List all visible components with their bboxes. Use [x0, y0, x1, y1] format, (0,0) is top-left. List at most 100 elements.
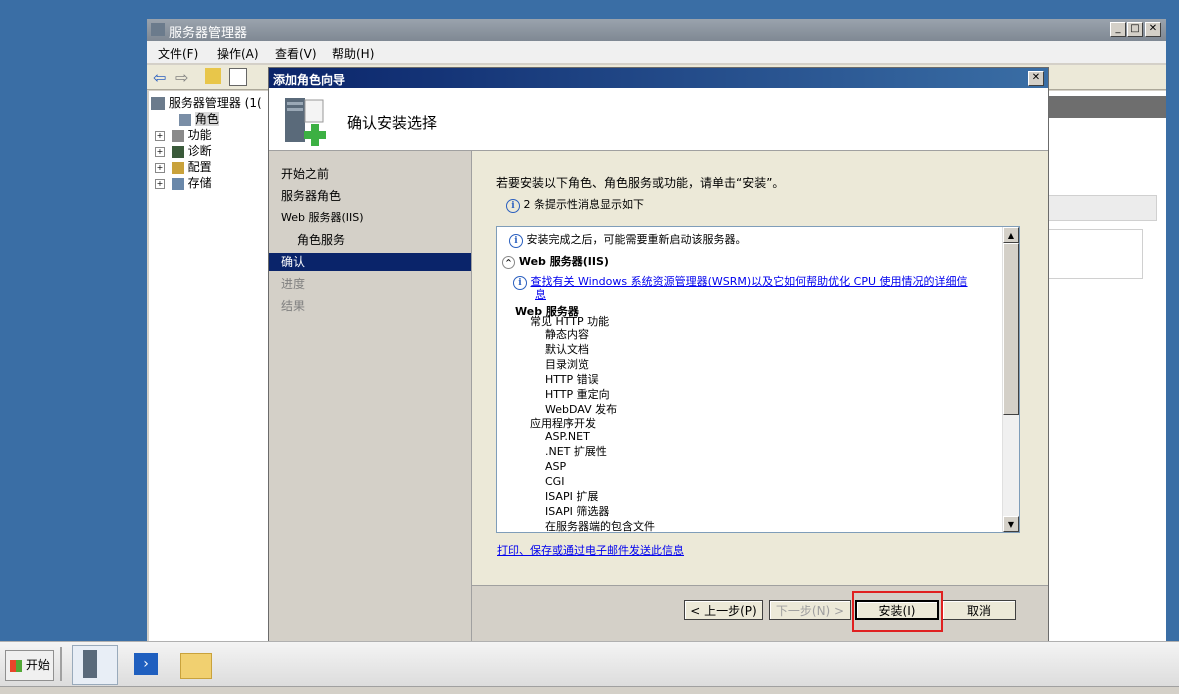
- dialog-header-title: 确认安装选择: [347, 114, 438, 132]
- tree-label: 功能: [187, 128, 212, 142]
- main-title-bar[interactable]: 服务器管理器 _ □ ✕: [147, 19, 1166, 41]
- tree-label: 服务器管理器 (1(: [168, 96, 262, 110]
- install-highlight-box: [852, 591, 943, 632]
- menu-view[interactable]: 查看(V): [275, 45, 317, 62]
- step-results: 结果: [281, 299, 306, 313]
- list-item: ASP.NET: [545, 430, 590, 443]
- list-item: ISAPI 筛选器: [545, 505, 610, 518]
- taskbar-divider: [60, 647, 62, 681]
- section-web-server: ^ Web 服务器(IIS): [502, 255, 609, 269]
- folder-icon: [180, 653, 212, 679]
- list-item: 静态内容: [545, 328, 589, 341]
- cancel-button[interactable]: 取消: [942, 600, 1016, 620]
- collapse-icon[interactable]: ^: [502, 256, 515, 269]
- back-button[interactable]: < 上一步(P): [684, 600, 763, 620]
- windows-logo-icon: [10, 659, 22, 672]
- print-save-email-link[interactable]: 打印、保存或通过电子邮件发送此信息: [497, 542, 684, 558]
- tree-item-features[interactable]: + 功能: [155, 126, 212, 142]
- menu-action[interactable]: 操作(A): [217, 45, 259, 62]
- diagnostics-icon: [171, 145, 184, 158]
- server-manager-taskbar-icon[interactable]: [72, 645, 118, 685]
- list-item: 默认文档: [545, 343, 589, 356]
- up-folder-icon[interactable]: [205, 68, 221, 84]
- menu-bar: 文件(F) 操作(A) 查看(V) 帮助(H): [147, 41, 1166, 63]
- dialog-header: 确认安装选择: [269, 88, 1048, 151]
- explorer-taskbar-icon[interactable]: [174, 645, 218, 683]
- restart-note-text: 安装完成之后，可能需要重新启动该服务器。: [526, 233, 747, 246]
- info-count-text: 2 条提示性消息显示如下: [523, 198, 645, 211]
- navigation-tree: 服务器管理器 (1( 角色 + 功能 + 诊断 + 配置 + 存储: [149, 91, 269, 643]
- show-hide-tree-icon[interactable]: [229, 68, 247, 86]
- list-item: HTTP 错误: [545, 373, 599, 386]
- step-web-server[interactable]: Web 服务器(IIS): [281, 209, 364, 227]
- maximize-button[interactable]: □: [1127, 22, 1143, 37]
- tree-item-configuration[interactable]: + 配置: [155, 158, 212, 174]
- features-icon: [171, 129, 184, 142]
- minimize-button[interactable]: _: [1110, 22, 1126, 37]
- step-role-services[interactable]: 角色服务: [297, 231, 345, 249]
- selection-list[interactable]: i 安装完成之后，可能需要重新启动该服务器。 ^ Web 服务器(IIS) i …: [496, 226, 1020, 533]
- tree-item-storage[interactable]: + 存储: [155, 174, 212, 190]
- info-icon: i: [506, 199, 520, 213]
- group-common-http: 常见 HTTP 功能: [530, 315, 610, 328]
- tree-item-diagnostics[interactable]: + 诊断: [155, 142, 212, 158]
- start-label: 开始: [25, 658, 50, 672]
- step-server-roles[interactable]: 服务器角色: [281, 187, 341, 205]
- menu-help[interactable]: 帮助(H): [332, 45, 374, 62]
- wsrm-link-continued[interactable]: 息: [535, 288, 546, 302]
- configuration-icon: [171, 161, 184, 174]
- back-arrow-icon[interactable]: ⇦: [153, 68, 166, 87]
- expand-icon[interactable]: +: [155, 146, 165, 157]
- wizard-content: 若要安装以下角色、角色服务或功能，请单击“安装”。 i 2 条提示性消息显示如下…: [472, 151, 1048, 586]
- powershell-taskbar-icon[interactable]: ›: [124, 645, 168, 683]
- next-button: 下一步(N) >: [769, 600, 851, 620]
- forward-arrow-icon[interactable]: ⇨: [175, 68, 188, 87]
- list-item: 目录浏览: [545, 358, 589, 371]
- group-app-dev: 应用程序开发: [530, 417, 596, 430]
- scroll-up-icon[interactable]: ▲: [1003, 227, 1019, 243]
- taskbar: 开始 ›: [0, 641, 1179, 687]
- tree-label: 存储: [187, 176, 212, 190]
- tree-item-server-manager[interactable]: 服务器管理器 (1(: [151, 94, 262, 110]
- dialog-close-button[interactable]: ✕: [1028, 71, 1044, 86]
- list-item: CGI: [545, 475, 565, 488]
- add-roles-wizard: 添加角色向导 ✕ 确认安装选择 开始之前 服务器角色 Web 服务器(IIS) …: [268, 67, 1049, 643]
- wizard-footer: < 上一步(P) 下一步(N) > 安装(I) 取消: [472, 586, 1048, 642]
- list-scrollbar[interactable]: ▲ ▼: [1002, 227, 1019, 532]
- wsrm-info-row: i 查找有关 Windows 系统资源管理器(WSRM)以及它如何帮助优化 CP…: [513, 275, 968, 290]
- step-confirmation[interactable]: 确认: [269, 253, 471, 271]
- dialog-title-bar[interactable]: 添加角色向导 ✕: [269, 68, 1048, 88]
- powershell-icon: ›: [134, 653, 158, 675]
- tree-item-roles[interactable]: 角色: [179, 110, 219, 126]
- start-button[interactable]: 开始: [5, 650, 54, 681]
- expand-icon[interactable]: +: [155, 178, 165, 189]
- step-before-you-begin[interactable]: 开始之前: [281, 165, 329, 183]
- list-item: 在服务器端的包含文件: [545, 520, 655, 533]
- details-pane: [1045, 91, 1166, 643]
- dialog-title: 添加角色向导: [273, 73, 346, 87]
- list-item: HTTP 重定向: [545, 388, 610, 401]
- scroll-thumb[interactable]: [1003, 243, 1019, 415]
- restart-note: i 安装完成之后，可能需要重新启动该服务器。: [509, 233, 747, 248]
- details-box: [1045, 229, 1143, 279]
- main-window-title: 服务器管理器: [169, 26, 248, 41]
- list-item: ASP: [545, 460, 567, 473]
- tree-label: 配置: [187, 160, 212, 174]
- expand-icon[interactable]: +: [155, 130, 165, 141]
- server-icon: [151, 97, 165, 110]
- server-manager-icon: [151, 23, 165, 36]
- details-header-bar: [1045, 96, 1166, 118]
- section-title: Web 服务器(IIS): [518, 255, 609, 268]
- close-button[interactable]: ✕: [1145, 22, 1161, 37]
- expand-icon[interactable]: +: [155, 162, 165, 173]
- menu-file[interactable]: 文件(F): [158, 45, 198, 62]
- storage-icon: [171, 177, 184, 190]
- wizard-steps: 开始之前 服务器角色 Web 服务器(IIS) 角色服务 确认 进度 结果: [269, 151, 472, 642]
- step-progress: 进度: [281, 277, 306, 291]
- list-item: WebDAV 发布: [545, 403, 618, 416]
- list-item: ISAPI 扩展: [545, 490, 599, 503]
- info-icon: i: [513, 276, 527, 290]
- wsrm-link[interactable]: 查找有关 Windows 系统资源管理器(WSRM)以及它如何帮助优化 CPU …: [531, 275, 968, 288]
- tree-label: 角色: [194, 112, 219, 126]
- scroll-down-icon[interactable]: ▼: [1003, 516, 1019, 532]
